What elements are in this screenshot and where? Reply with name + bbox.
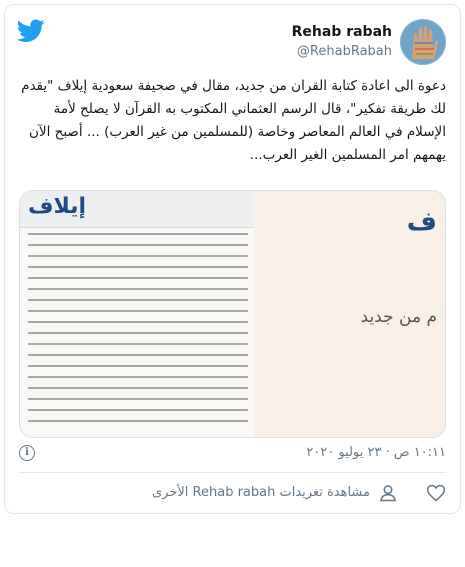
person-icon[interactable] [378,483,398,503]
divider [19,472,446,473]
newspaper-clipping: إيلاف [20,191,254,437]
avatar[interactable] [400,19,446,65]
banner-logo-fragment: ف [406,207,437,237]
tweet-actions: مشاهدة تغريدات Rehab rabah الأخرى [19,483,446,505]
heart-icon[interactable] [426,483,446,503]
clipping-text-lines [28,233,248,431]
article-banner-crop: ف م من جديد [254,191,445,437]
clipping-header: إيلاف [20,191,254,228]
tweet-card[interactable]: Rehab rabah @RehabRabah دعوة الى اعادة ك… [4,4,461,514]
info-icon[interactable]: i [19,445,35,461]
timestamp[interactable]: ١٠:١١ ص · ٢٣ يوليو ٢٠٢٠ [306,445,446,460]
banner-title-fragment: م من جديد [360,307,437,327]
tweet-media-image[interactable]: إيلاف ف م من جديد [19,190,446,438]
user-handle[interactable]: @RehabRabah [297,44,392,59]
view-more-tweets-link[interactable]: مشاهدة تغريدات Rehab rabah الأخرى [152,485,370,500]
tweet-meta: i ١٠:١١ ص · ٢٣ يوليو ٢٠٢٠ [19,443,446,465]
clipping-logo: إيلاف [28,194,87,219]
twitter-bird-icon[interactable] [17,19,45,43]
user-name[interactable]: Rehab rabah [292,24,392,40]
tweet-text: دعوة الى اعادة كتابة القران من جديد، مقا… [21,78,446,163]
